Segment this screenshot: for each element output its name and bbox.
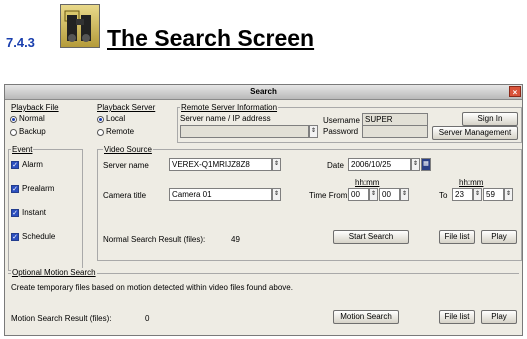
to-minute-input[interactable]: 59 xyxy=(483,188,504,201)
date-input[interactable]: 2006/10/25 xyxy=(348,158,411,171)
video-source-group xyxy=(97,149,522,261)
from-hour-input[interactable]: 00 xyxy=(348,188,369,201)
calendar-icon[interactable]: ▦ xyxy=(421,158,431,171)
section-number: 7.4.3 xyxy=(6,35,35,50)
alarm-label: Alarm xyxy=(22,160,43,169)
server-ip-label: Server name / IP address xyxy=(180,114,271,123)
play-button[interactable]: Play xyxy=(481,230,517,244)
radio-remote-label: Remote xyxy=(106,127,135,136)
radio-local-label: Local xyxy=(106,114,126,123)
server-name-dropdown[interactable]: ⇕ xyxy=(272,158,281,171)
username-label: Username xyxy=(323,116,360,125)
from-minute-input[interactable]: 00 xyxy=(379,188,400,201)
radio-normal-label: Normal xyxy=(19,114,45,123)
motion-result-value: 0 xyxy=(145,314,150,323)
motion-search-label: Optional Motion Search xyxy=(11,268,97,277)
camera-title-label: Camera title xyxy=(103,191,147,200)
sign-in-button[interactable]: Sign In xyxy=(462,112,518,126)
to-hhmm-label: hh:mm xyxy=(459,178,484,187)
file-list-button[interactable]: File list xyxy=(439,230,475,244)
radio-normal[interactable] xyxy=(10,116,17,123)
instant-checkbox[interactable]: ✓ xyxy=(11,209,19,217)
camera-title-select[interactable]: Camera 01 xyxy=(169,188,272,201)
prealarm-checkbox[interactable]: ✓ xyxy=(11,185,19,193)
password-input[interactable] xyxy=(362,125,428,138)
video-source-label: Video Source xyxy=(103,145,153,154)
radio-local[interactable] xyxy=(97,116,104,123)
playback-server-label: Playback Server xyxy=(97,103,156,112)
motion-description: Create temporary files based on motion d… xyxy=(11,283,293,292)
radio-backup[interactable] xyxy=(10,129,17,136)
camera-title-dropdown[interactable]: ⇕ xyxy=(272,188,281,201)
window-title: Search xyxy=(250,87,277,96)
prealarm-label: Prealarm xyxy=(22,184,55,193)
to-minute-spinner[interactable]: ⇕ xyxy=(504,188,513,201)
motion-search-button[interactable]: Motion Search xyxy=(333,310,399,324)
search-window: Search × Playback File Normal Backup Pla… xyxy=(4,84,523,336)
normal-result-label: Normal Search Result (files): xyxy=(103,235,206,244)
server-management-button[interactable]: Server Management xyxy=(432,126,518,140)
remote-server-label: Remote Server Information xyxy=(180,103,279,112)
motion-result-label: Motion Search Result (files): xyxy=(11,314,112,323)
server-ip-input[interactable] xyxy=(180,125,309,138)
binoculars-icon xyxy=(60,4,100,48)
date-label: Date xyxy=(327,161,344,170)
from-minute-spinner[interactable]: ⇕ xyxy=(400,188,409,201)
event-label: Event xyxy=(11,145,34,154)
radio-remote[interactable] xyxy=(97,129,104,136)
motion-file-list-button[interactable]: File list xyxy=(439,310,475,324)
window-titlebar: Search × xyxy=(5,85,522,100)
server-name-label: Server name xyxy=(103,161,149,170)
close-icon[interactable]: × xyxy=(509,86,521,97)
from-hhmm-label: hh:mm xyxy=(355,178,380,187)
normal-result-value: 49 xyxy=(231,235,240,244)
motion-play-button[interactable]: Play xyxy=(481,310,517,324)
date-spinner[interactable]: ⇕ xyxy=(411,158,420,171)
server-ip-spinner[interactable]: ⇕ xyxy=(309,125,318,138)
alarm-checkbox[interactable]: ✓ xyxy=(11,161,19,169)
page-title: The Search Screen xyxy=(107,25,315,51)
server-name-select[interactable]: VEREX-Q1MRIJZ8Z8 xyxy=(169,158,272,171)
playback-file-label: Playback File xyxy=(11,103,59,112)
schedule-label: Schedule xyxy=(22,232,56,241)
from-hour-spinner[interactable]: ⇕ xyxy=(369,188,378,201)
start-search-button[interactable]: Start Search xyxy=(333,230,409,244)
to-hour-input[interactable]: 23 xyxy=(452,188,473,201)
radio-backup-label: Backup xyxy=(19,127,46,136)
to-label: To xyxy=(439,191,448,200)
schedule-checkbox[interactable]: ✓ xyxy=(11,233,19,241)
instant-label: Instant xyxy=(22,208,47,217)
time-from-label: Time From xyxy=(309,191,348,200)
to-hour-spinner[interactable]: ⇕ xyxy=(473,188,482,201)
password-label: Password xyxy=(323,127,359,136)
